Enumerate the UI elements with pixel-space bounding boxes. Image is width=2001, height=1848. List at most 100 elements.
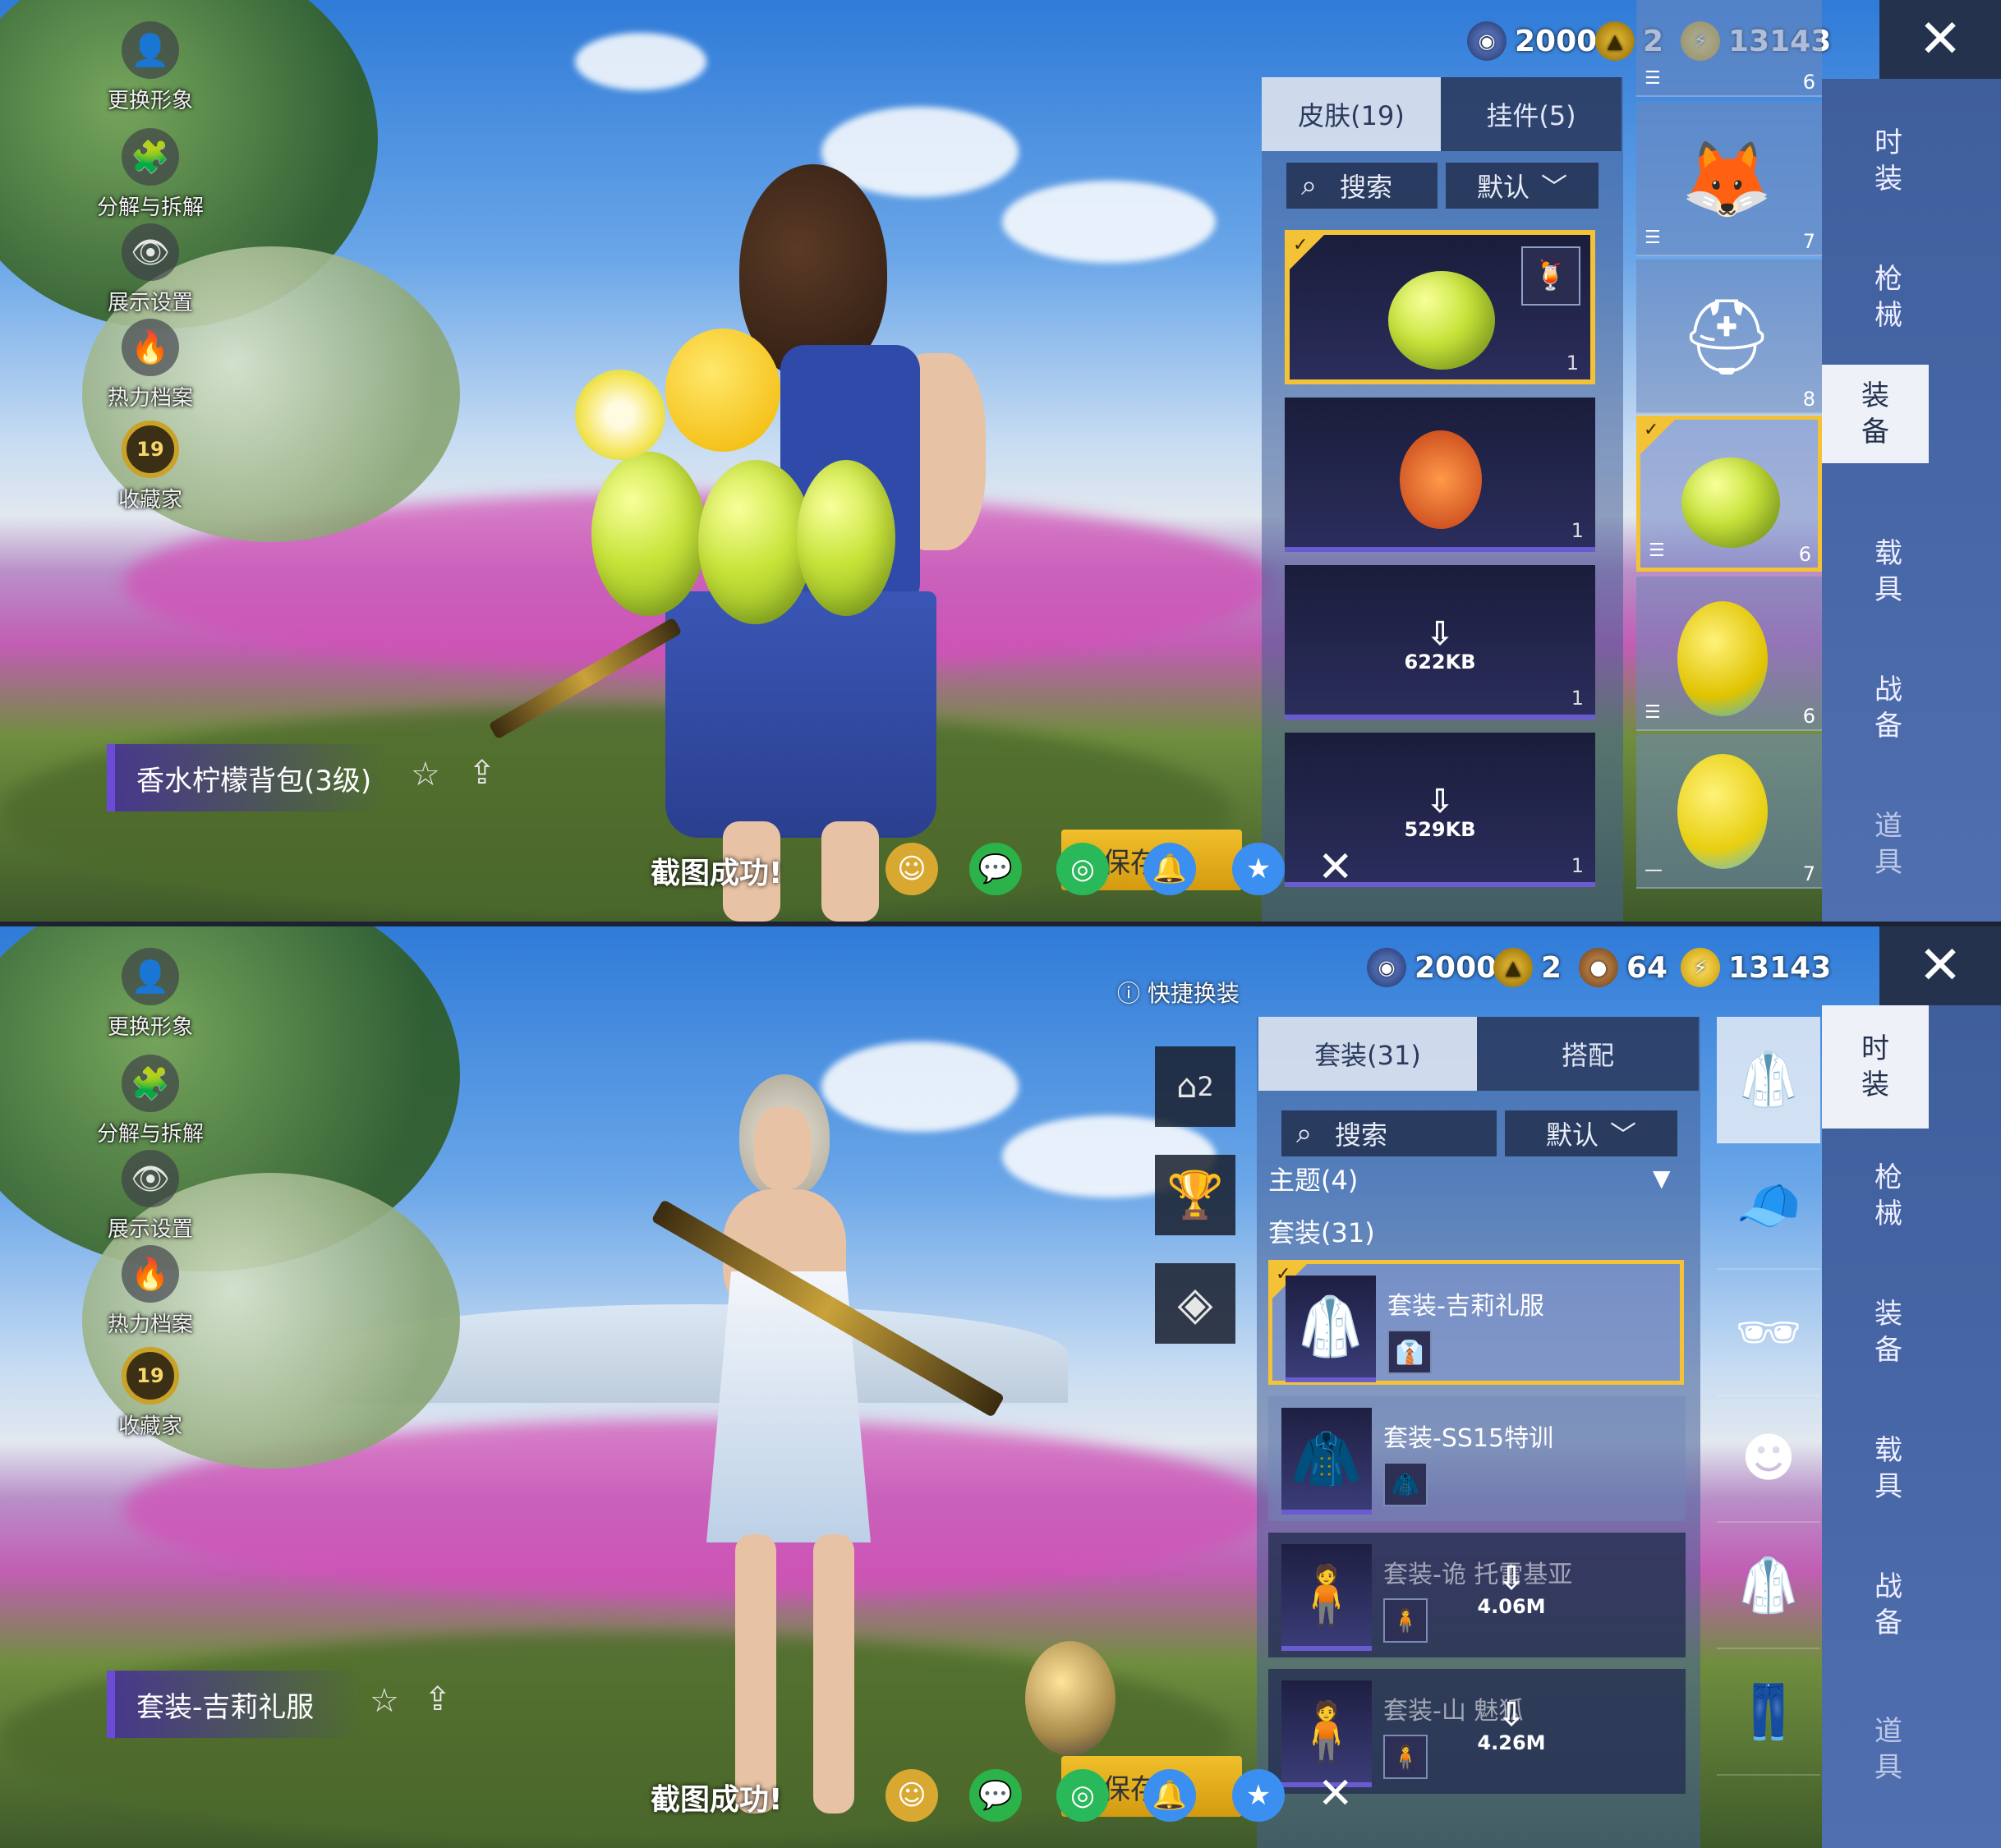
wardrobe-slot[interactable]: ⌂ 2 xyxy=(1155,1046,1235,1127)
share-wechat-icon[interactable]: 💬 xyxy=(969,1769,1022,1822)
category-guns[interactable]: 枪械 xyxy=(1852,1147,1925,1245)
subcat-pants[interactable]: 👖 xyxy=(1717,1649,1820,1776)
chevron-down-icon: ﹀ xyxy=(1610,1119,1637,1151)
backpack-segment xyxy=(698,460,813,624)
suit-item-download[interactable]: 🧍 套装-诡 托雷基亚 🧍 ⇩ 4.06M xyxy=(1268,1533,1686,1657)
close-button[interactable]: ✕ xyxy=(1879,926,2001,1005)
category-items[interactable]: 道具 xyxy=(1852,1700,1925,1799)
suit-item[interactable]: ✓ 🥼 套装-吉莉礼服 👔 xyxy=(1268,1260,1684,1385)
trophy-slot[interactable]: 🏆 xyxy=(1155,1155,1235,1235)
screenshot-panel-suits: 👤 更换形象 🧩 分解与拆解 👁 展示设置 🔥 热力档案 19 收藏家 套装-吉… xyxy=(0,926,2001,1848)
person-icon: 👤 xyxy=(122,948,179,1005)
suit-item[interactable]: 🧥 套装-SS15特训 🧥 xyxy=(1268,1396,1686,1521)
cap-icon: 🧢 xyxy=(1736,1175,1801,1237)
share-game-friend-icon[interactable]: ☺ xyxy=(886,843,938,895)
suit-thumbnail: 🧥 xyxy=(1281,1408,1372,1515)
item-title: 套装-吉莉礼服 xyxy=(136,1690,315,1724)
drink-icon: 🍹 xyxy=(1521,246,1580,306)
favorite-star-icon[interactable]: ☆ xyxy=(411,756,440,793)
heat-profile-button[interactable]: 🔥 热力档案 xyxy=(80,1245,220,1338)
share-moments-icon[interactable]: ◎ xyxy=(1056,1769,1109,1822)
share-qq-icon[interactable]: 🔔 xyxy=(1143,1769,1196,1822)
tab-pendants[interactable]: 挂件(5) xyxy=(1441,77,1622,151)
share-icon[interactable]: ⇪ xyxy=(468,754,496,792)
collector-badge-icon: 19 xyxy=(122,1347,179,1404)
skin-card-download[interactable]: ⇩ 622KB 1 xyxy=(1285,565,1595,719)
download-icon: ⇩ xyxy=(1497,1560,1525,1597)
equipment-item[interactable]: ⛑ 8 xyxy=(1636,260,1822,414)
share-qzone-icon[interactable]: ★ xyxy=(1232,843,1285,895)
download-indicator: ⇩ 4.26M xyxy=(1421,1699,1602,1754)
share-wechat-icon[interactable]: 💬 xyxy=(969,843,1022,895)
menu-lines-icon: ☰ xyxy=(1644,702,1661,723)
skin-card[interactable]: 1 xyxy=(1285,398,1595,552)
close-button[interactable]: ✕ xyxy=(1879,0,2001,79)
share-qq-icon[interactable]: 🔔 xyxy=(1143,843,1196,895)
share-moments-icon[interactable]: ◎ xyxy=(1056,843,1109,895)
subcat-hats[interactable]: 🧢 xyxy=(1717,1143,1820,1270)
search-input[interactable]: ⌕ 搜索 xyxy=(1286,163,1438,209)
search-input[interactable]: ⌕ 搜索 xyxy=(1281,1110,1497,1156)
display-settings-button[interactable]: 👁 展示设置 xyxy=(80,1150,220,1243)
category-combat[interactable]: 战备 xyxy=(1852,659,1925,757)
close-share-icon[interactable]: ✕ xyxy=(1318,1769,1354,1818)
equipment-item[interactable]: — 7 xyxy=(1636,734,1822,889)
tab-match[interactable]: 搭配 xyxy=(1477,1017,1699,1091)
suit-part-icon: 👔 xyxy=(1387,1330,1432,1374)
chevron-down-icon: ﹀ xyxy=(1541,172,1568,203)
collector-button[interactable]: 19 收藏家 xyxy=(80,1347,220,1440)
theme-section-header[interactable]: 主题(4) xyxy=(1268,1160,1358,1198)
favorite-star-icon[interactable]: ☆ xyxy=(370,1682,399,1720)
display-settings-button[interactable]: 👁 展示设置 xyxy=(80,223,220,316)
skin-card[interactable]: ✓ 🍹 1 xyxy=(1285,230,1595,384)
category-guns[interactable]: 枪械 xyxy=(1852,248,1925,347)
lemon-slice xyxy=(575,370,665,460)
close-share-icon[interactable]: ✕ xyxy=(1318,843,1354,892)
collector-button[interactable]: 19 收藏家 xyxy=(80,421,220,513)
sort-dropdown[interactable]: 默认 ﹀ xyxy=(1505,1110,1677,1156)
change-look-button[interactable]: 👤 更换形象 xyxy=(80,21,220,114)
share-game-friend-icon[interactable]: ☺ xyxy=(886,1769,938,1822)
equipment-item[interactable]: ☰ 6 xyxy=(1636,0,1822,97)
subcat-tops[interactable]: 🥼 xyxy=(1717,1523,1820,1649)
subcat-glasses[interactable]: 🕶 xyxy=(1717,1270,1820,1396)
character-face xyxy=(754,1107,812,1189)
diamond-slot[interactable]: ◈ xyxy=(1155,1263,1235,1344)
subcat-masks[interactable]: ☻ xyxy=(1717,1396,1820,1523)
tab-suits[interactable]: 套装(31) xyxy=(1258,1017,1477,1091)
category-items[interactable]: 道具 xyxy=(1852,795,1925,894)
currency-gold: ▲ 2 xyxy=(1493,943,1562,992)
subcat-suits[interactable]: 🥼 xyxy=(1717,1017,1820,1143)
search-icon: ⌕ xyxy=(1301,169,1318,202)
category-fashion[interactable]: 时装 xyxy=(1822,1005,1929,1129)
equipment-item[interactable]: 🦊 ☰ 7 xyxy=(1636,102,1822,256)
share-icon[interactable]: ⇪ xyxy=(424,1680,452,1718)
category-fashion[interactable]: 时装 xyxy=(1852,112,1925,210)
decompose-button[interactable]: 🧩 分解与拆解 xyxy=(80,1055,220,1147)
lemon-backpack-thumbnail xyxy=(1677,754,1768,869)
decompose-button[interactable]: 🧩 分解与拆解 xyxy=(80,128,220,221)
change-look-button[interactable]: 👤 更换形象 xyxy=(80,948,220,1041)
character-leg xyxy=(821,821,879,922)
category-equipment[interactable]: 装备 xyxy=(1822,365,1929,463)
item-title-banner: 套装-吉莉礼服 xyxy=(107,1671,361,1738)
heat-profile-button[interactable]: 🔥 热力档案 xyxy=(80,319,220,411)
triangle-down-icon[interactable]: ▼ xyxy=(1653,1165,1671,1192)
category-equipment[interactable]: 装备 xyxy=(1852,1283,1925,1381)
sort-dropdown[interactable]: 默认 ﹀ xyxy=(1446,163,1598,209)
suit-icon: 🥼 xyxy=(1736,1049,1801,1110)
suit-thumbnail: 🧍 xyxy=(1281,1544,1372,1651)
menu-lines-icon: ☰ xyxy=(1644,68,1661,89)
mask-icon: ☻ xyxy=(1741,1428,1796,1489)
equipment-item[interactable]: ☰ 6 xyxy=(1636,577,1822,731)
menu-lines-icon: ☰ xyxy=(1649,540,1665,561)
equipment-item-selected[interactable]: ✓ ☰ 6 xyxy=(1636,416,1822,572)
category-combat[interactable]: 战备 xyxy=(1852,1556,1925,1654)
quick-change-label[interactable]: ⓘ 快捷换装 xyxy=(1117,976,1240,1009)
equipped-check-icon: ✓ xyxy=(1290,235,1324,269)
category-vehicles[interactable]: 载具 xyxy=(1852,522,1925,621)
category-vehicles[interactable]: 载具 xyxy=(1852,1419,1925,1518)
share-qzone-icon[interactable]: ★ xyxy=(1232,1769,1285,1822)
person-icon: 👤 xyxy=(122,21,179,79)
tab-skins[interactable]: 皮肤(19) xyxy=(1262,77,1441,151)
